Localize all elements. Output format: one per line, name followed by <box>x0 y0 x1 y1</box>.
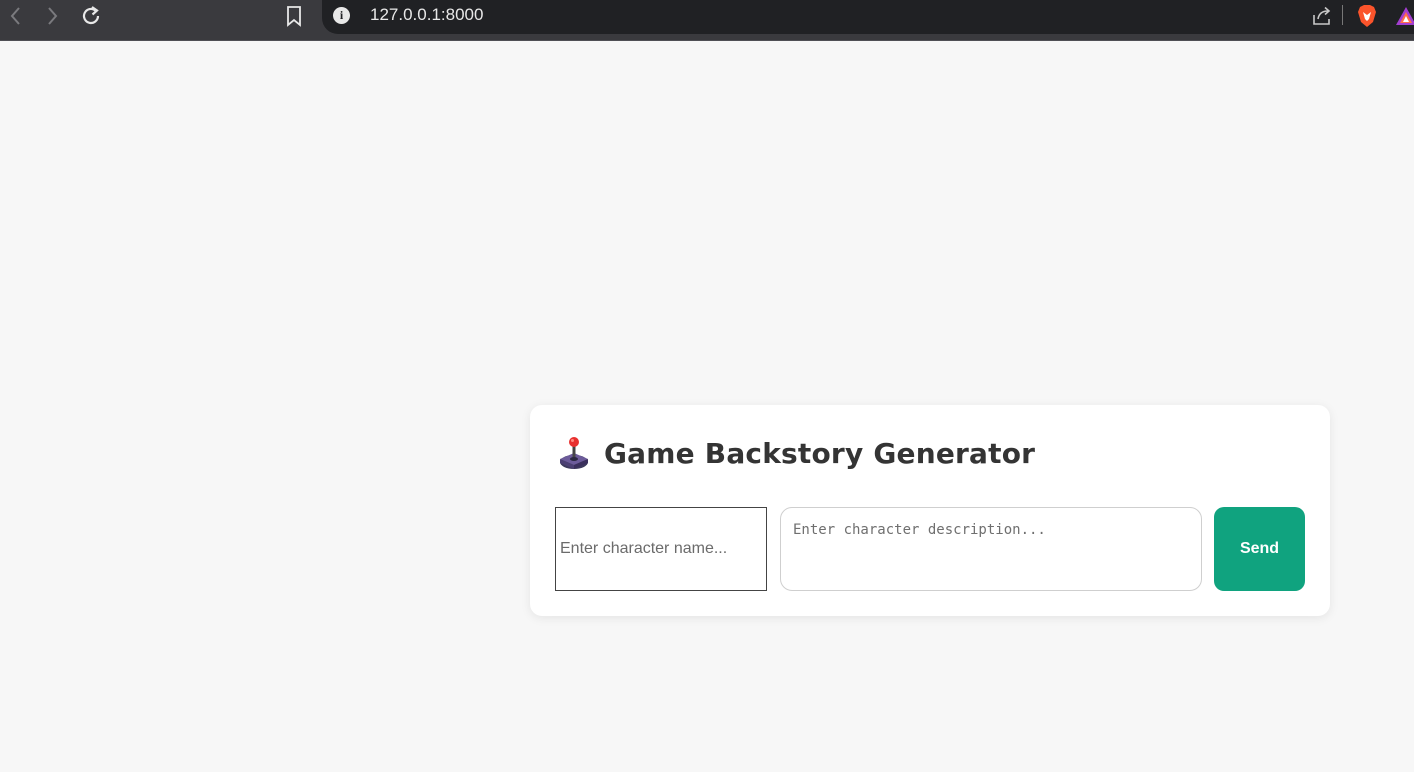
bookmark-icon[interactable] <box>282 4 306 28</box>
send-button[interactable]: Send <box>1214 507 1305 591</box>
toolbar-separator <box>1342 5 1343 25</box>
url-text[interactable]: 127.0.0.1:8000 <box>370 5 483 25</box>
brave-shield-icon[interactable] <box>1355 4 1379 28</box>
address-bar[interactable] <box>322 0 1414 34</box>
brave-rewards-icon[interactable] <box>1394 4 1414 28</box>
generator-card: Game Backstory Generator Send <box>530 405 1330 616</box>
character-description-input[interactable] <box>780 507 1202 591</box>
site-info-icon[interactable]: i <box>333 7 350 24</box>
forward-icon[interactable] <box>40 4 64 28</box>
back-icon[interactable] <box>4 4 28 28</box>
share-icon[interactable] <box>1310 4 1334 28</box>
title-row: Game Backstory Generator <box>558 433 1035 473</box>
character-name-input[interactable] <box>555 507 767 591</box>
reload-icon[interactable] <box>79 4 103 28</box>
joystick-icon <box>560 437 588 469</box>
page-title: Game Backstory Generator <box>604 436 1036 470</box>
toolbar-divider <box>0 40 1414 41</box>
